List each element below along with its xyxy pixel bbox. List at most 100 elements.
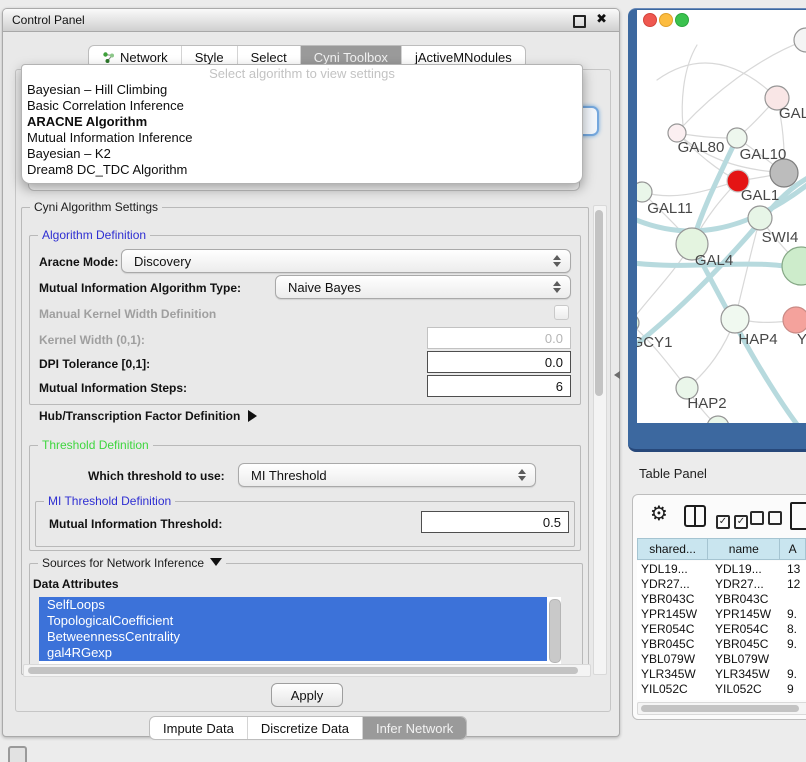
tab-discretize-data[interactable]: Discretize Data xyxy=(247,717,362,739)
mi-type-combo[interactable]: Naive Bayes xyxy=(275,275,571,299)
kernel-width-input[interactable]: 0.0 xyxy=(427,327,571,349)
algorithm-option-dream8-dc-tdc-algorithm[interactable]: Dream8 DC_TDC Algorithm xyxy=(22,162,582,178)
data-attribute-item[interactable]: BetweennessCentrality xyxy=(39,629,547,645)
network-graph: GALGAL80GAL10GAL1GAL11SWI4GAL4HAP4YGCY1H… xyxy=(637,10,806,423)
column-header-shared[interactable]: shared... xyxy=(637,538,708,560)
threshold-definition-title: Threshold Definition xyxy=(38,438,153,452)
which-threshold-label: Which threshold to use: xyxy=(88,469,225,483)
network-edge[interactable] xyxy=(657,63,777,98)
data-attribute-item[interactable]: gal4RGexp xyxy=(39,645,547,661)
table-cell: 13 xyxy=(787,562,806,576)
mi-threshold-input[interactable]: 0.5 xyxy=(421,511,569,533)
column-header-a[interactable]: A xyxy=(780,538,806,560)
aracne-mode-label: Aracne Mode: xyxy=(39,255,118,269)
tab-impute-data[interactable]: Impute Data xyxy=(150,717,247,739)
float-window-icon[interactable] xyxy=(573,15,586,28)
algorithm-option-mutual-information-inference[interactable]: Mutual Information Inference xyxy=(22,130,582,146)
deselect-all-checks-icon[interactable] xyxy=(750,511,786,530)
table-cell: 9. xyxy=(787,667,806,681)
table-row[interactable]: YBR043CYBR043C xyxy=(637,591,806,606)
network-canvas[interactable]: GALGAL80GAL10GAL1GAL11SWI4GAL4HAP4YGCY1H… xyxy=(637,10,806,423)
settings-horizontal-scrollbar[interactable] xyxy=(23,664,591,677)
mac-minimize-icon[interactable] xyxy=(659,13,673,27)
node-label-gcy1: GCY1 xyxy=(637,334,672,351)
node-label-y: Y xyxy=(797,331,806,348)
tab-label: Style xyxy=(195,50,224,65)
network-node[interactable] xyxy=(707,416,729,423)
table-row[interactable]: YDR27...YDR27...12 xyxy=(637,576,806,591)
node-label-gal10: GAL10 xyxy=(740,146,787,163)
table-cell: YLR345W xyxy=(715,667,787,681)
node-label-gal4: GAL4 xyxy=(695,252,733,269)
window-title: Control Panel xyxy=(12,13,85,27)
network-node[interactable] xyxy=(794,28,806,52)
tab-label: Infer Network xyxy=(376,721,453,736)
mac-close-icon[interactable] xyxy=(643,13,657,27)
algorithm-definition-title: Algorithm Definition xyxy=(38,228,150,242)
table-panel-title: Table Panel xyxy=(639,466,707,481)
table-cell: YPR145W xyxy=(637,607,715,621)
network-node-hap4[interactable] xyxy=(721,305,749,333)
attribute-list-scrollbar[interactable] xyxy=(549,599,561,663)
table-cell: YBL079W xyxy=(637,652,715,666)
spinner-arrows-icon xyxy=(517,468,526,482)
tab-label: Discretize Data xyxy=(261,721,349,736)
network-node-gal10[interactable] xyxy=(727,128,747,148)
algorithm-option-aracne-algorithm[interactable]: ARACNE Algorithm xyxy=(22,114,582,130)
select-all-checks-icon[interactable] xyxy=(716,511,752,529)
network-edge[interactable] xyxy=(642,181,738,196)
apply-button[interactable]: Apply xyxy=(271,683,343,707)
table-horizontal-scrollbar[interactable] xyxy=(637,702,806,715)
table-cell: YDL19... xyxy=(715,562,787,576)
cyni-algorithm-settings-title: Cyni Algorithm Settings xyxy=(30,200,162,214)
network-node[interactable] xyxy=(770,159,798,187)
table-header-row: shared...nameA xyxy=(637,538,806,560)
table-cell: 9. xyxy=(787,607,806,621)
data-attributes-list: SelfLoopsTopologicalCoefficientBetweenne… xyxy=(39,597,561,664)
mac-zoom-icon[interactable] xyxy=(675,13,689,27)
table-row[interactable]: YBL079WYBL079W xyxy=(637,651,806,666)
document-icon[interactable] xyxy=(790,502,806,530)
table-row[interactable]: YPR145WYPR145W9. xyxy=(637,606,806,621)
gear-icon[interactable] xyxy=(650,504,668,524)
network-node-swi4[interactable] xyxy=(748,206,772,230)
tab-infer-network[interactable]: Infer Network xyxy=(362,717,466,739)
tab-label: Network xyxy=(120,50,168,65)
manual-kernel-checkbox[interactable] xyxy=(554,305,569,320)
network-node[interactable] xyxy=(782,247,806,285)
dock-panel-icon[interactable] xyxy=(8,746,27,762)
dpi-tolerance-input[interactable]: 0.0 xyxy=(427,351,571,373)
network-node-y[interactable] xyxy=(783,307,806,333)
network-node-gal11[interactable] xyxy=(637,182,652,202)
settings-vertical-scrollbar[interactable] xyxy=(593,205,607,675)
mi-type-value: Naive Bayes xyxy=(288,280,361,295)
data-attribute-item[interactable]: SelfLoops xyxy=(39,597,547,613)
column-header-name[interactable]: name xyxy=(708,538,780,560)
network-edge[interactable] xyxy=(637,323,687,388)
close-icon[interactable] xyxy=(596,11,607,27)
mi-steps-input[interactable]: 6 xyxy=(427,375,571,397)
table-row[interactable]: YER054CYER054C8. xyxy=(637,621,806,636)
aracne-mode-combo[interactable]: Discovery xyxy=(121,249,571,273)
table-row[interactable]: YIL052CYIL052C9 xyxy=(637,681,806,696)
splitter-handle-icon[interactable] xyxy=(614,371,620,379)
mi-threshold-group-title: MI Threshold Definition xyxy=(44,494,175,508)
node-label-swi4: SWI4 xyxy=(762,229,799,246)
aracne-mode-value: Discovery xyxy=(134,254,191,269)
table-row[interactable]: YDL19...YDL19...13 xyxy=(637,561,806,576)
algorithm-dropdown-list: Bayesian – Hill ClimbingBasic Correlatio… xyxy=(22,82,582,178)
sources-group-title[interactable]: Sources for Network Inference xyxy=(38,556,226,570)
algorithm-option-basic-correlation-inference[interactable]: Basic Correlation Inference xyxy=(22,98,582,114)
cyni-bottom-tab-strip: Impute Data Discretize Data Infer Network xyxy=(149,716,467,740)
table-row[interactable]: YLR345WYLR345W9. xyxy=(637,666,806,681)
control-panel-titlebar[interactable]: Control Panel xyxy=(3,9,619,32)
columns-icon[interactable] xyxy=(684,505,706,527)
table-row[interactable]: YBR045CYBR045C9. xyxy=(637,636,806,651)
algorithm-option-bayesian-hill-climbing[interactable]: Bayesian – Hill Climbing xyxy=(22,82,582,98)
network-icon xyxy=(102,51,115,64)
algorithm-option-bayesian-k2[interactable]: Bayesian – K2 xyxy=(22,146,582,162)
which-threshold-combo[interactable]: MI Threshold xyxy=(238,463,536,487)
hub-definition-expander[interactable]: Hub/Transcription Factor Definition xyxy=(39,409,257,423)
node-label-gal: GAL xyxy=(779,105,806,122)
data-attribute-item[interactable]: TopologicalCoefficient xyxy=(39,613,547,629)
